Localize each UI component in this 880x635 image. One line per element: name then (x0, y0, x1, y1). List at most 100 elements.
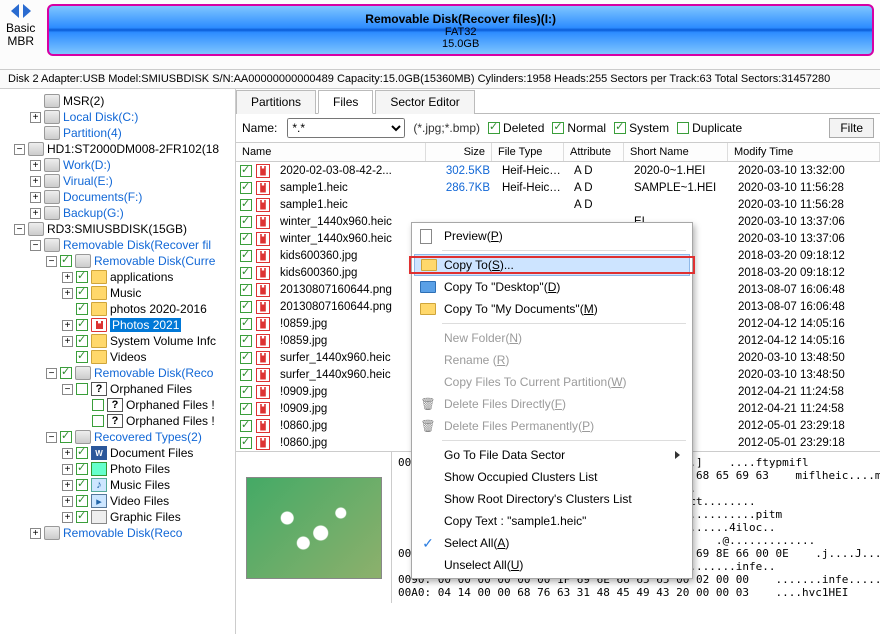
row-checkbox[interactable] (240, 318, 252, 330)
tree-music[interactable]: Music (110, 286, 141, 300)
checkbox-icon[interactable] (76, 511, 88, 523)
name-select[interactable]: *.* (287, 118, 405, 138)
tree-msr[interactable]: MSR(2) (63, 94, 104, 108)
expander-icon[interactable] (62, 448, 73, 459)
expander-icon[interactable] (62, 384, 73, 395)
checkbox-icon[interactable] (76, 303, 88, 315)
expander-icon[interactable] (30, 208, 41, 219)
row-checkbox[interactable] (240, 216, 252, 228)
checkbox-icon[interactable] (76, 271, 88, 283)
tree-documentsf[interactable]: Documents(F:) (63, 190, 142, 204)
row-checkbox[interactable] (240, 165, 252, 177)
menu-copy-desktop[interactable]: Copy To "Desktop"(D) (414, 276, 690, 298)
col-short[interactable]: Short Name (624, 143, 728, 161)
expander-icon[interactable] (46, 432, 57, 443)
checkbox-icon[interactable] (60, 255, 72, 267)
expander-icon[interactable] (30, 160, 41, 171)
tree-hd1[interactable]: HD1:ST2000DM008-2FR102(18 (47, 142, 219, 156)
row-checkbox[interactable] (240, 301, 252, 313)
menu-select-all[interactable]: ✓Select All(A) (414, 532, 690, 554)
tree-orphaned[interactable]: Orphaned Files (110, 382, 192, 396)
forward-arrow-icon[interactable] (23, 4, 35, 18)
expander-icon[interactable] (62, 512, 73, 523)
expander-icon[interactable] (62, 480, 73, 491)
row-checkbox[interactable] (240, 284, 252, 296)
tree-photos2020[interactable]: photos 2020-2016 (110, 302, 207, 316)
checkbox-icon[interactable] (76, 447, 88, 459)
checkbox-icon[interactable] (60, 367, 72, 379)
tree-docfiles[interactable]: Document Files (110, 446, 193, 460)
tree-rectypes[interactable]: Recovered Types(2) (94, 430, 202, 444)
checkbox-icon[interactable] (60, 431, 72, 443)
expander-icon[interactable] (62, 336, 73, 347)
normal-checkbox[interactable]: Normal (552, 121, 606, 135)
row-checkbox[interactable] (240, 369, 252, 381)
menu-preview[interactable]: Preview(P) (414, 225, 690, 247)
expander-icon[interactable] (62, 464, 73, 475)
disk-banner[interactable]: Removable Disk(Recover files)(I:) FAT32 … (47, 4, 874, 56)
col-type[interactable]: File Type (492, 143, 564, 161)
row-checkbox[interactable] (240, 250, 252, 262)
expander-icon[interactable] (62, 272, 73, 283)
menu-show-root[interactable]: Show Root Directory's Clusters List (414, 488, 690, 510)
checkbox-icon[interactable] (76, 495, 88, 507)
tree-videofiles[interactable]: Video Files (110, 494, 169, 508)
menu-copy-text[interactable]: Copy Text : "sample1.heic" (414, 510, 690, 532)
expander-icon[interactable] (14, 144, 25, 155)
expander-icon[interactable] (46, 368, 57, 379)
checkbox-icon[interactable] (76, 287, 88, 299)
menu-goto-sector[interactable]: Go To File Data Sector (414, 444, 690, 466)
tree-photofiles[interactable]: Photo Files (110, 462, 170, 476)
duplicate-checkbox[interactable]: Duplicate (677, 121, 742, 135)
tab-partitions[interactable]: Partitions (236, 90, 316, 114)
tree-viruale[interactable]: Virual(E:) (63, 174, 113, 188)
checkbox-icon[interactable] (76, 319, 88, 331)
menu-show-clusters[interactable]: Show Occupied Clusters List (414, 466, 690, 488)
col-attr[interactable]: Attribute (564, 143, 624, 161)
expander-icon[interactable] (62, 320, 73, 331)
expander-icon[interactable] (30, 240, 41, 251)
menu-copy-to[interactable]: Copy To(S)... (414, 254, 690, 276)
tree-orphaned2[interactable]: Orphaned Files ! (126, 414, 215, 428)
tree-rd3[interactable]: RD3:SMIUSBDISK(15GB) (47, 222, 187, 236)
tree-orphaned1[interactable]: Orphaned Files ! (126, 398, 215, 412)
menu-copy-documents[interactable]: Copy To "My Documents"(M) (414, 298, 690, 320)
checkbox-icon[interactable] (76, 479, 88, 491)
row-checkbox[interactable] (240, 182, 252, 194)
row-checkbox[interactable] (240, 335, 252, 347)
checkbox-icon[interactable] (76, 335, 88, 347)
row-checkbox[interactable] (240, 437, 252, 449)
row-checkbox[interactable] (240, 420, 252, 432)
row-checkbox[interactable] (240, 386, 252, 398)
tab-sector-editor[interactable]: Sector Editor (375, 90, 474, 114)
tree-localc[interactable]: Local Disk(C:) (63, 110, 138, 124)
tree-workd[interactable]: Work(D:) (63, 158, 111, 172)
row-checkbox[interactable] (240, 267, 252, 279)
back-arrow-icon[interactable] (7, 4, 19, 18)
deleted-checkbox[interactable]: Deleted (488, 121, 544, 135)
tree-reco2[interactable]: Removable Disk(Reco (63, 526, 182, 540)
tree-videos[interactable]: Videos (110, 350, 146, 364)
tree-musicfiles[interactable]: Music Files (110, 478, 170, 492)
expander-icon[interactable] (30, 112, 41, 123)
col-size[interactable]: Size (426, 143, 492, 161)
expander-icon[interactable] (62, 496, 73, 507)
expander-icon[interactable] (62, 288, 73, 299)
row-checkbox[interactable] (240, 199, 252, 211)
expander-icon[interactable] (30, 192, 41, 203)
tree-partition4[interactable]: Partition(4) (63, 126, 122, 140)
expander-icon[interactable] (14, 224, 25, 235)
col-mod[interactable]: Modify Time (728, 143, 880, 161)
menu-unselect-all[interactable]: Unselect All(U) (414, 554, 690, 576)
checkbox-icon[interactable] (92, 415, 104, 427)
file-row[interactable]: sample1.heicA D2020-03-10 11:56:28 (236, 196, 880, 213)
tree-graphicfiles[interactable]: Graphic Files (110, 510, 181, 524)
checkbox-icon[interactable] (76, 463, 88, 475)
tree-apps[interactable]: applications (110, 270, 173, 284)
checkbox-icon[interactable] (76, 351, 88, 363)
expander-icon[interactable] (30, 528, 41, 539)
checkbox-icon[interactable] (76, 383, 88, 395)
preview-thumbnail[interactable] (246, 477, 382, 579)
tree-curr[interactable]: Removable Disk(Curre (94, 254, 215, 268)
expander-icon[interactable] (30, 176, 41, 187)
